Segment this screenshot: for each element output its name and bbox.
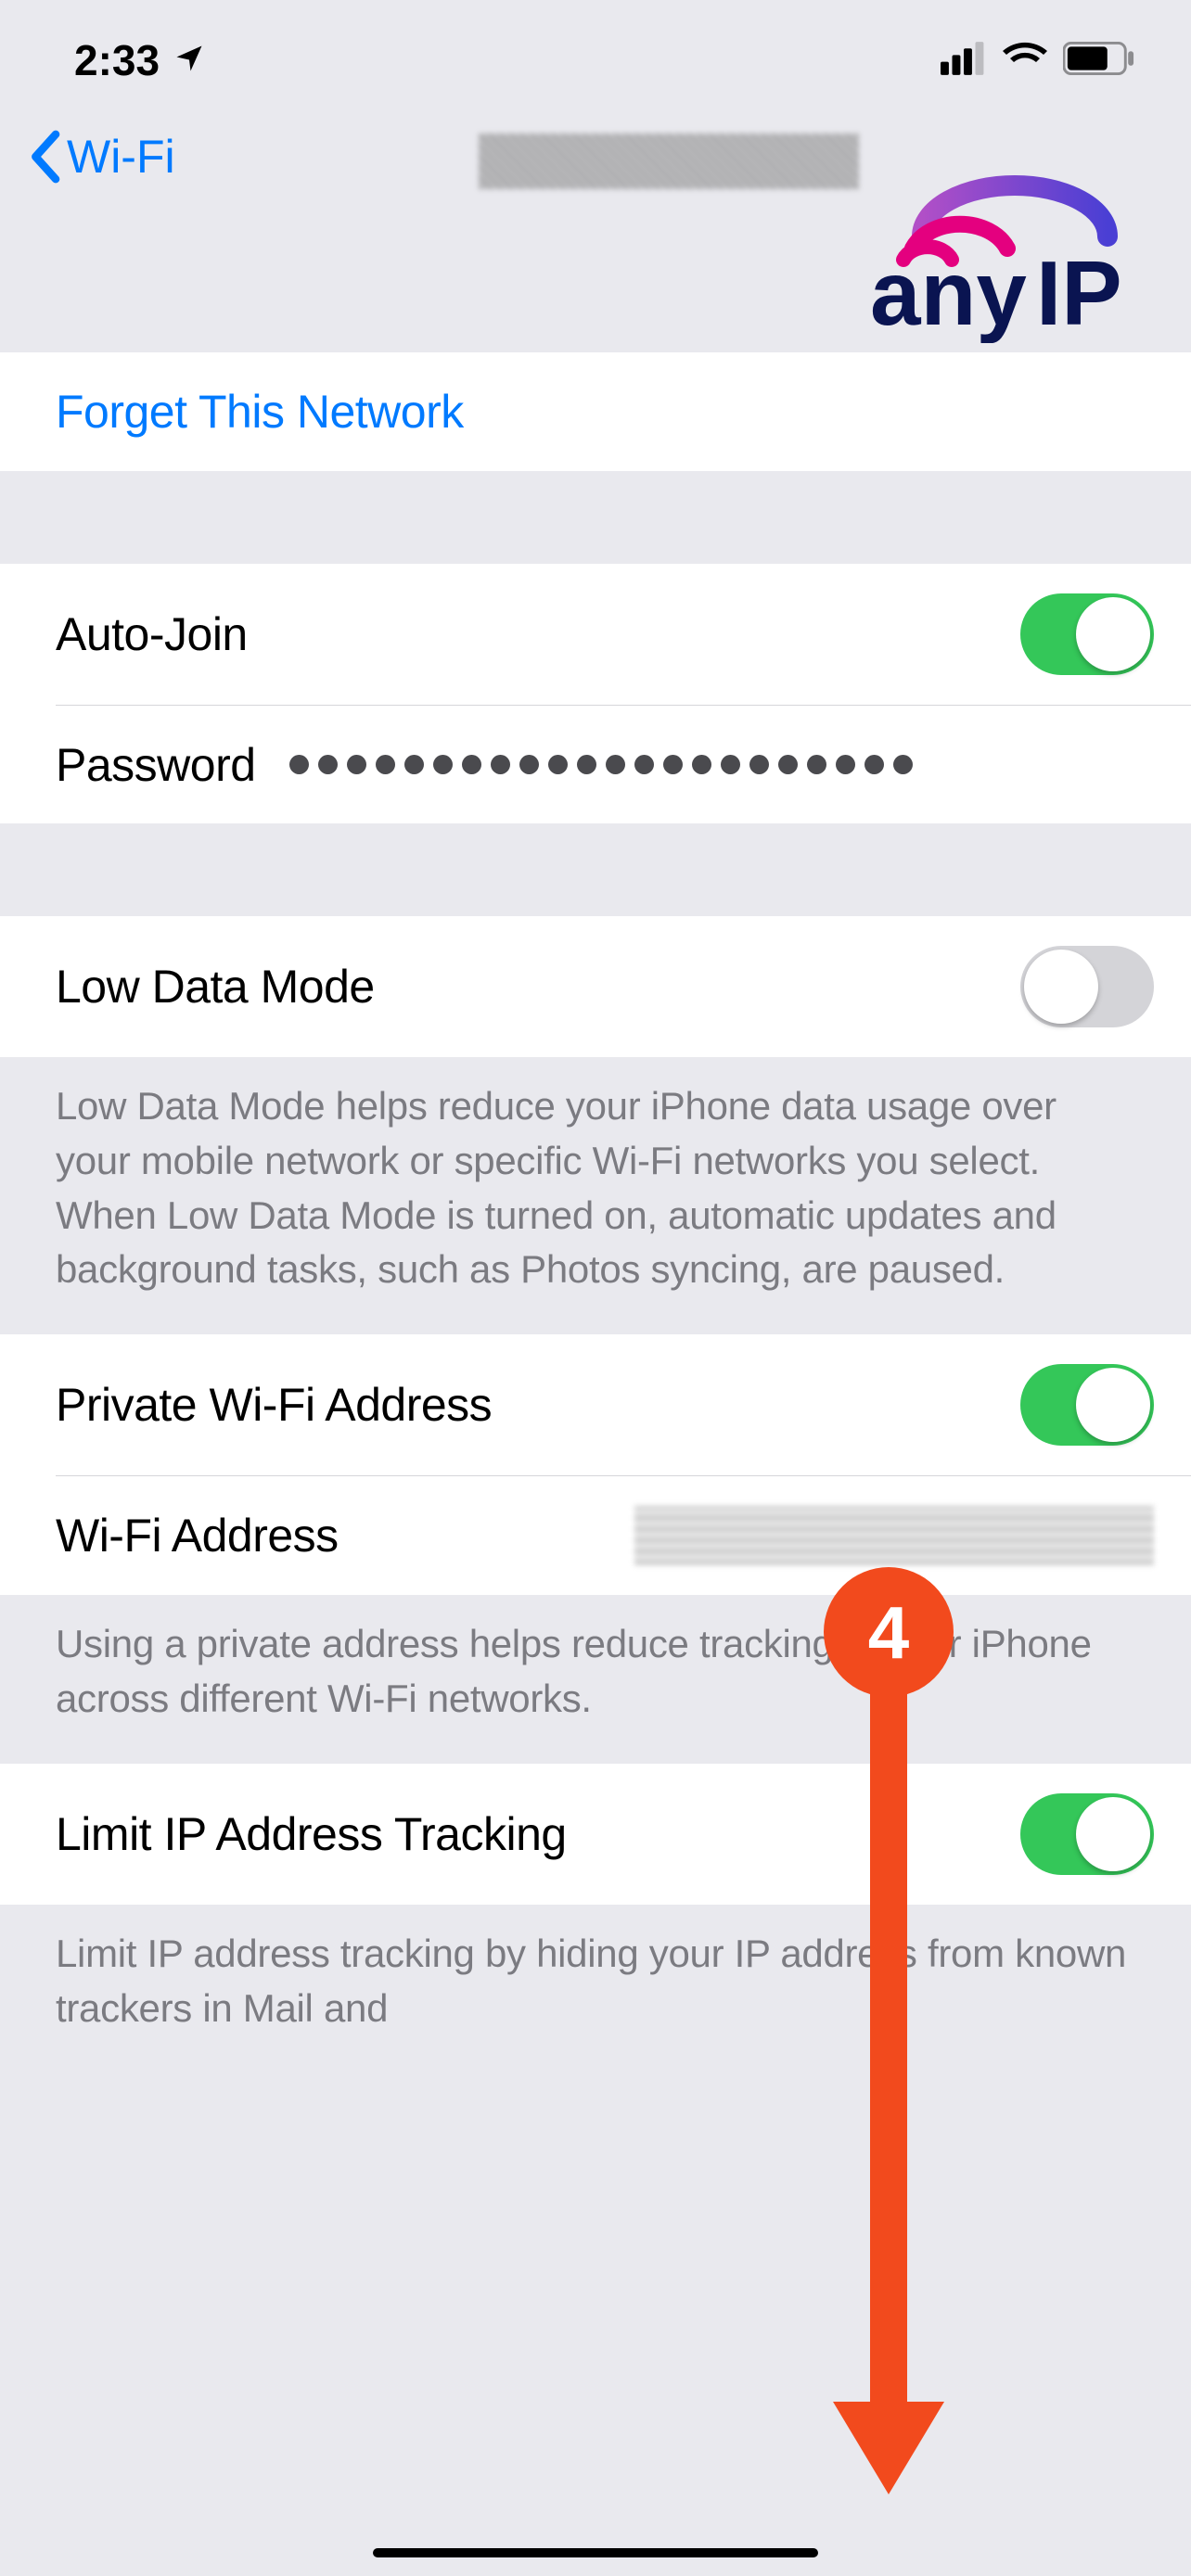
autojoin-toggle[interactable] bbox=[1020, 593, 1154, 675]
wifi-address-label: Wi-Fi Address bbox=[56, 1509, 634, 1562]
private-label: Private Wi-Fi Address bbox=[56, 1378, 1020, 1432]
private-row: Private Wi-Fi Address bbox=[0, 1334, 1191, 1475]
limit-row: Limit IP Address Tracking bbox=[0, 1764, 1191, 1905]
password-row[interactable]: Password bbox=[56, 705, 1191, 823]
password-label: Password bbox=[56, 738, 256, 792]
private-toggle[interactable] bbox=[1020, 1364, 1154, 1446]
anyip-logo: any IP bbox=[866, 148, 1163, 348]
private-group: Private Wi-Fi Address Wi-Fi Address bbox=[0, 1334, 1191, 1595]
limit-label: Limit IP Address Tracking bbox=[56, 1807, 1020, 1861]
wifi-address-redacted bbox=[634, 1506, 1154, 1565]
forget-group: Forget This Network bbox=[0, 352, 1191, 471]
status-bar: 2:33 bbox=[0, 0, 1191, 121]
limit-toggle[interactable] bbox=[1020, 1793, 1154, 1875]
password-dots bbox=[289, 755, 1154, 774]
connection-group: Auto-Join Password bbox=[0, 564, 1191, 823]
svg-text:IP: IP bbox=[1036, 242, 1122, 343]
home-indicator bbox=[373, 2548, 818, 2557]
lowdata-toggle[interactable] bbox=[1020, 946, 1154, 1027]
autojoin-label: Auto-Join bbox=[56, 607, 1020, 661]
network-name-redacted bbox=[479, 134, 859, 189]
location-icon bbox=[173, 35, 206, 85]
status-time: 2:33 bbox=[74, 35, 160, 85]
wifi-icon bbox=[1002, 42, 1048, 80]
chevron-left-icon bbox=[28, 130, 61, 184]
forget-label: Forget This Network bbox=[56, 385, 464, 439]
autojoin-row: Auto-Join bbox=[0, 564, 1191, 705]
back-label: Wi-Fi bbox=[67, 130, 175, 184]
cellular-icon bbox=[941, 42, 987, 80]
limit-footer: Limit IP address tracking by hiding your… bbox=[0, 1905, 1191, 2073]
lowdata-group: Low Data Mode bbox=[0, 916, 1191, 1057]
svg-text:any: any bbox=[870, 242, 1027, 343]
limit-group: Limit IP Address Tracking bbox=[0, 1764, 1191, 1905]
wifi-address-row[interactable]: Wi-Fi Address bbox=[56, 1475, 1191, 1595]
battery-icon bbox=[1063, 42, 1135, 80]
private-footer: Using a private address helps reduce tra… bbox=[0, 1595, 1191, 1764]
lowdata-footer: Low Data Mode helps reduce your iPhone d… bbox=[0, 1057, 1191, 1334]
lowdata-label: Low Data Mode bbox=[56, 960, 1020, 1014]
forget-network-button[interactable]: Forget This Network bbox=[0, 352, 1191, 471]
back-button[interactable]: Wi-Fi bbox=[28, 130, 175, 184]
lowdata-row: Low Data Mode bbox=[0, 916, 1191, 1057]
